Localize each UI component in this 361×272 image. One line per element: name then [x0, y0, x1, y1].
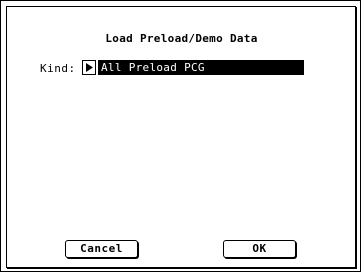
kind-select-value[interactable]: All Preload PCG: [98, 60, 304, 75]
triangle-right-icon: [86, 63, 93, 72]
cancel-button[interactable]: Cancel: [65, 240, 138, 258]
kind-label: Kind:: [40, 62, 76, 75]
kind-popup-button[interactable]: [82, 60, 96, 75]
dialog-title: Load Preload/Demo Data: [105, 32, 258, 45]
dialog-frame: [6, 6, 356, 268]
load-preload-dialog: Load Preload/Demo Data Kind: All Preload…: [0, 0, 361, 272]
ok-button[interactable]: OK: [223, 240, 296, 258]
